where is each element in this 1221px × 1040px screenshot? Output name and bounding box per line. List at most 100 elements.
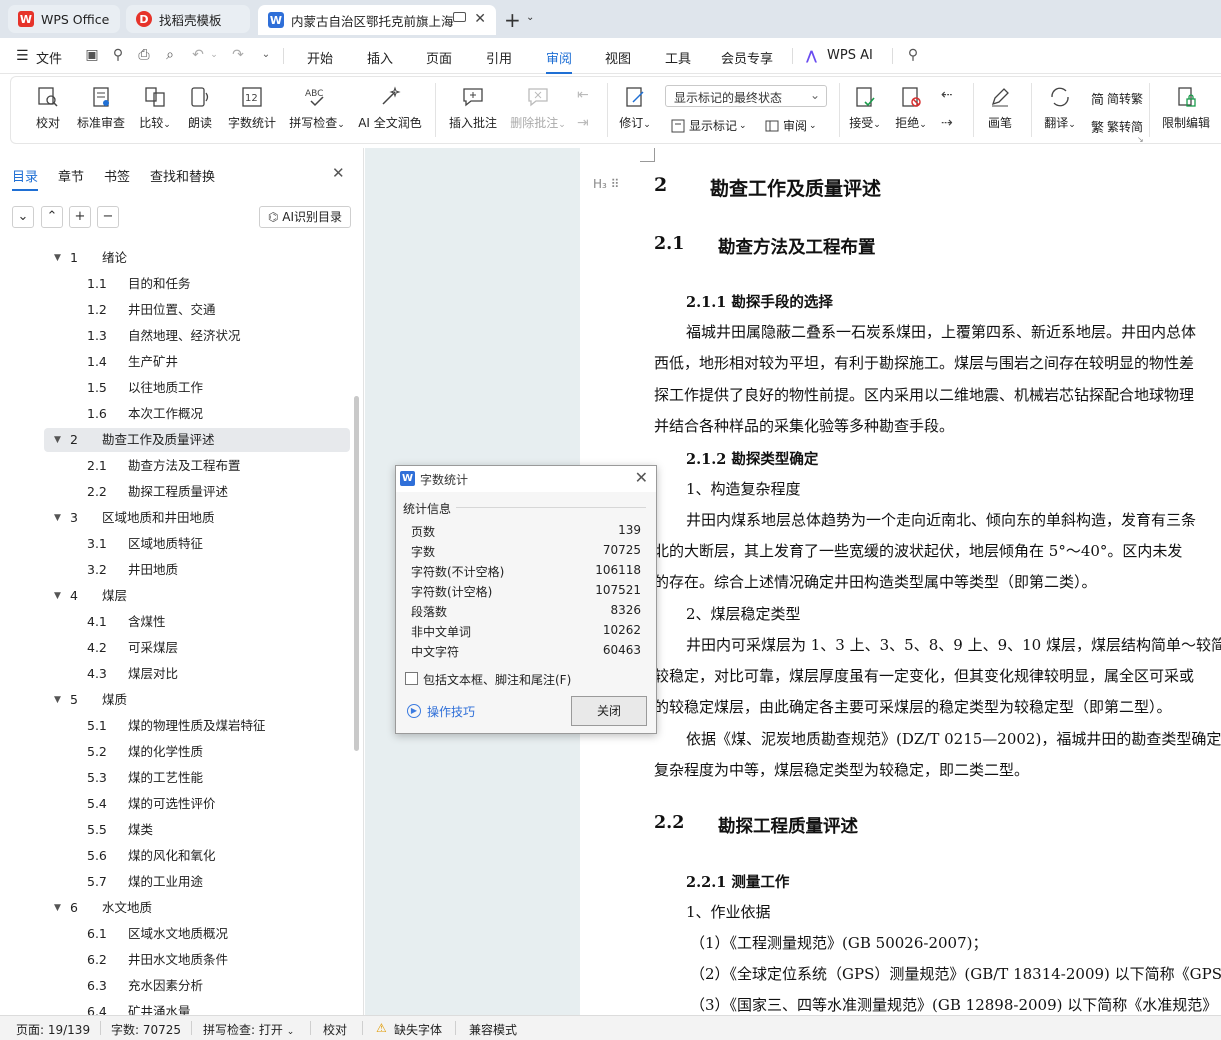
menu-file[interactable]: 文件 xyxy=(36,48,62,67)
remove-heading-button[interactable]: − xyxy=(97,206,119,228)
expand-triangle-icon[interactable]: ▼ xyxy=(54,584,61,608)
toc-item[interactable]: 1.6 本次工作概况 xyxy=(44,402,350,426)
save-icon[interactable]: ▣ xyxy=(84,47,100,63)
include-textbox-checkbox[interactable] xyxy=(405,672,418,685)
toc-item[interactable]: 5.4 煤的可选性评价 xyxy=(44,792,350,816)
nav-tab-toc[interactable]: 目录 xyxy=(12,166,39,191)
chevron-down-icon[interactable]: ⌄ xyxy=(206,47,222,63)
toc-item[interactable]: 1.4 生产矿井 xyxy=(44,350,350,374)
toc-item[interactable]: 4.3 煤层对比 xyxy=(44,662,350,686)
ai-recognize-toc-button[interactable]: ⌬ AI识别目录 xyxy=(259,206,351,228)
close-icon[interactable]: ✕ xyxy=(332,164,345,182)
restrict-edit-button[interactable]: 限制编辑 xyxy=(1161,85,1211,131)
menu-review[interactable]: 审阅 xyxy=(546,48,573,74)
undo-icon[interactable]: ↶ xyxy=(190,47,206,63)
toc-item[interactable]: 6.4 矿井涌水量 xyxy=(44,1000,350,1015)
next-comment-icon[interactable]: ⇥ xyxy=(577,115,589,131)
toc-item[interactable]: 4.2 可采煤层 xyxy=(44,636,350,660)
toc-item[interactable]: 6.1 区域水文地质概况 xyxy=(44,922,350,946)
chevron-down-icon[interactable]: ⌄ xyxy=(526,12,534,23)
menu-references[interactable]: 引用 xyxy=(486,48,512,67)
toc-item[interactable]: ▼ 1 绪论 xyxy=(44,246,350,270)
toc-item[interactable]: 5.7 煤的工业用途 xyxy=(44,870,350,894)
toc-item[interactable]: ▼ 6 水文地质 xyxy=(44,896,350,920)
search-icon[interactable]: ⚲ xyxy=(905,47,921,63)
menu-insert[interactable]: 插入 xyxy=(367,48,393,67)
proofread-indicator[interactable]: 校对 xyxy=(323,1021,347,1038)
toc-item[interactable]: 6.2 井田水文地质条件 xyxy=(44,948,350,972)
page-indicator[interactable]: 页面: 19/139 xyxy=(16,1021,90,1038)
spell-check-button[interactable]: ABC 拼写检查⌄ xyxy=(288,85,346,131)
tab-template[interactable]: D 找稻壳模板 xyxy=(126,5,250,33)
tab-document[interactable]: W 内蒙古自治区鄂托克前旗上海 ✕ xyxy=(258,5,496,35)
expand-triangle-icon[interactable]: ▼ xyxy=(54,688,61,712)
toc-item[interactable]: 2.1 勘查方法及工程布置 xyxy=(44,454,350,478)
nav-tab-bookmarks[interactable]: 书签 xyxy=(104,166,130,185)
toc-item[interactable]: ▼ 4 煤层 xyxy=(44,584,350,608)
toc-item[interactable]: ▼ 2 勘查工作及质量评述 xyxy=(44,428,350,452)
collapse-up-button[interactable]: ⌃ xyxy=(41,206,63,228)
menu-page[interactable]: 页面 xyxy=(426,48,452,67)
insert-comment-button[interactable]: 插入批注 xyxy=(447,85,499,131)
ink-button[interactable]: 画笔 xyxy=(987,85,1013,131)
toc-item[interactable]: 1.1 目的和任务 xyxy=(44,272,350,296)
collapse-down-button[interactable]: ⌄ xyxy=(12,206,34,228)
expand-triangle-icon[interactable]: ▼ xyxy=(54,246,61,270)
ai-polish-button[interactable]: AI 全文润色 xyxy=(357,85,423,131)
chevron-down-icon[interactable]: ⌄ xyxy=(258,47,274,63)
add-heading-button[interactable]: + xyxy=(69,206,91,228)
print-preview-icon[interactable]: ⌕ xyxy=(162,47,178,63)
toc-item[interactable]: 5.3 煤的工艺性能 xyxy=(44,766,350,790)
markup-display-select[interactable]: 显示标记的最终状态 ⌄ xyxy=(665,85,827,107)
share-icon[interactable]: ⚲ xyxy=(110,47,126,63)
next-change-icon[interactable]: ⇢ xyxy=(941,115,953,131)
read-aloud-button[interactable]: 朗读 xyxy=(187,85,213,131)
document-page[interactable]: 2 勘查工作及质量评述 2.1 勘查方法及工程布置 2.1.1 勘探手段的选择 … xyxy=(580,148,1221,1015)
toc-item[interactable]: ▼ 3 区域地质和井田地质 xyxy=(44,506,350,530)
hamburger-icon[interactable]: ☰ xyxy=(16,48,29,64)
expand-corner-icon[interactable]: ↘ xyxy=(1137,135,1144,144)
toc-item[interactable]: 1.3 自然地理、经济状况 xyxy=(44,324,350,348)
spell-check-indicator[interactable]: 拼写检查: 打开 ⌄ xyxy=(203,1021,294,1038)
prev-comment-icon[interactable]: ⇤ xyxy=(577,87,589,103)
menu-wps-ai[interactable]: WPS AI xyxy=(827,48,873,63)
accept-button[interactable]: 接受⌄ xyxy=(847,85,883,131)
expand-triangle-icon[interactable]: ▼ xyxy=(54,506,61,530)
word-count-indicator[interactable]: 字数: 70725 xyxy=(111,1021,181,1038)
close-icon[interactable]: ✕ xyxy=(635,468,648,487)
delete-comment-button[interactable]: 删除批注⌄ xyxy=(507,85,569,131)
missing-font-indicator[interactable]: 缺失字体 xyxy=(394,1021,442,1038)
show-markup-button[interactable]: 显示标记 ⌄ xyxy=(671,117,747,134)
heading-drag-handle-icon[interactable]: H₃ ⠿ xyxy=(593,177,619,191)
menu-tools[interactable]: 工具 xyxy=(665,48,691,67)
track-changes-button[interactable]: 修订⌄ xyxy=(617,85,653,131)
toc-item[interactable]: 5.5 煤类 xyxy=(44,818,350,842)
dialog-title-bar[interactable]: W 字数统计 ✕ xyxy=(396,466,656,492)
to-simplified-button[interactable]: 繁 繁转简 xyxy=(1091,117,1143,136)
new-tab-icon[interactable]: + xyxy=(504,8,521,32)
toc-item[interactable]: 5.1 煤的物理性质及煤岩特征 xyxy=(44,714,350,738)
word-count-button[interactable]: 12 字数统计 xyxy=(227,85,277,131)
print-icon[interactable]: ⎙ xyxy=(136,47,152,63)
prev-change-icon[interactable]: ⇠ xyxy=(941,87,953,103)
reject-button[interactable]: 拒绝⌄ xyxy=(893,85,929,131)
menu-home[interactable]: 开始 xyxy=(307,48,333,67)
nav-tab-sections[interactable]: 章节 xyxy=(58,166,84,185)
toc-item[interactable]: 4.1 含煤性 xyxy=(44,610,350,634)
scrollbar[interactable] xyxy=(354,396,359,751)
close-tab-icon[interactable]: ✕ xyxy=(474,11,486,27)
toc-item[interactable]: 5.2 煤的化学性质 xyxy=(44,740,350,764)
toc-item[interactable]: 2.2 勘探工程质量评述 xyxy=(44,480,350,504)
toc-item[interactable]: 3.1 区域地质特征 xyxy=(44,532,350,556)
expand-triangle-icon[interactable]: ▼ xyxy=(54,896,61,920)
standard-review-button[interactable]: 标准审查 xyxy=(76,85,126,131)
toc-item[interactable]: 1.2 井田位置、交通 xyxy=(44,298,350,322)
expand-triangle-icon[interactable]: ▼ xyxy=(54,428,61,452)
review-pane-button[interactable]: 审阅 ⌄ xyxy=(765,117,817,134)
proofread-button[interactable]: 校对 xyxy=(33,85,63,131)
toc-item[interactable]: 5.6 煤的风化和氧化 xyxy=(44,844,350,868)
close-button[interactable]: 关闭 xyxy=(571,696,647,726)
to-traditional-button[interactable]: 简 简转繁 xyxy=(1091,89,1143,108)
menu-member[interactable]: 会员专享 xyxy=(721,48,773,67)
toc-item[interactable]: 3.2 井田地质 xyxy=(44,558,350,582)
